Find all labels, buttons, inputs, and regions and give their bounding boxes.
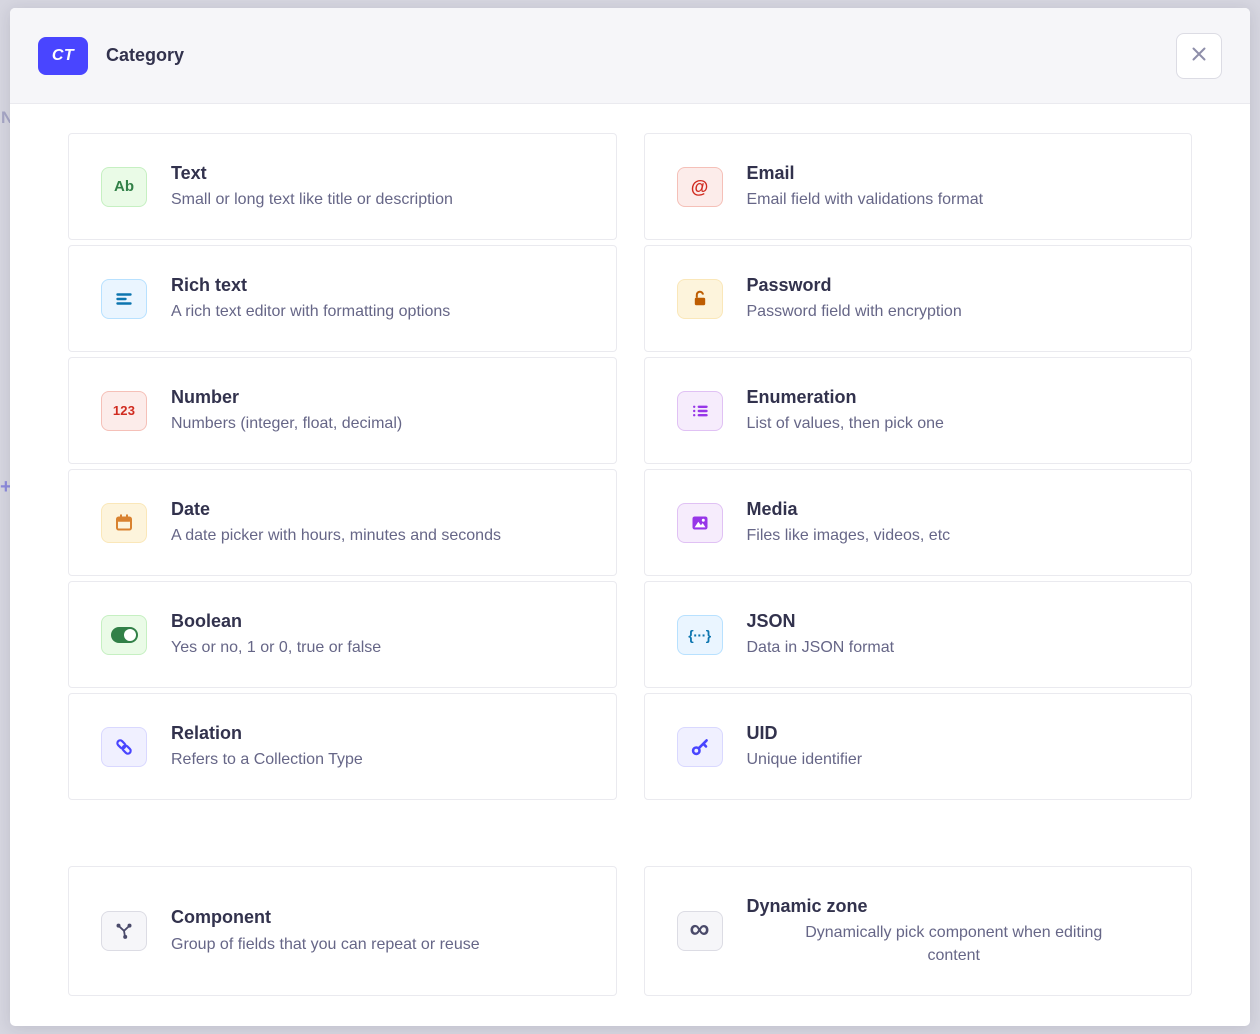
field-title: Email bbox=[747, 162, 1162, 185]
field-title: Component bbox=[171, 906, 586, 929]
modal-title: Category bbox=[106, 45, 184, 66]
field-type-card-enumeration[interactable]: Enumeration List of values, then pick on… bbox=[644, 357, 1193, 464]
field-title: Text bbox=[171, 162, 586, 185]
calendar-icon bbox=[101, 503, 147, 543]
field-type-card-media[interactable]: Media Files like images, videos, etc bbox=[644, 469, 1193, 576]
close-icon bbox=[1190, 45, 1208, 68]
field-description: Refers to a Collection Type bbox=[171, 748, 586, 771]
field-title: JSON bbox=[747, 610, 1162, 633]
field-type-card-uid[interactable]: UID Unique identifier bbox=[644, 693, 1193, 800]
field-description: List of values, then pick one bbox=[747, 412, 1162, 435]
modal-header: CT Category bbox=[10, 8, 1250, 104]
field-type-card-richtext[interactable]: Rich text A rich text editor with format… bbox=[68, 245, 617, 352]
special-type-grid: Component Group of fields that you can r… bbox=[68, 866, 1192, 996]
field-description: Numbers (integer, float, decimal) bbox=[171, 412, 586, 435]
picture-icon bbox=[677, 503, 723, 543]
field-description: A rich text editor with formatting optio… bbox=[171, 300, 586, 323]
field-description: Email field with validations format bbox=[747, 188, 1162, 211]
field-type-card-password[interactable]: Password Password field with encryption bbox=[644, 245, 1193, 352]
field-title: Rich text bbox=[171, 274, 586, 297]
field-title: Relation bbox=[171, 722, 586, 745]
field-description: Dynamically pick component when editing … bbox=[781, 921, 1126, 967]
field-type-grid: Ab Text Small or long text like title or… bbox=[68, 133, 1192, 800]
text-icon: Ab bbox=[101, 167, 147, 207]
number-icon: 123 bbox=[101, 391, 147, 431]
toggle-icon bbox=[101, 615, 147, 655]
field-type-card-component[interactable]: Component Group of fields that you can r… bbox=[68, 866, 617, 996]
at-icon: @ bbox=[677, 167, 723, 207]
field-type-picker-modal: CT Category Ab Text Small or long text l… bbox=[10, 8, 1250, 1026]
field-type-card-relation[interactable]: Relation Refers to a Collection Type bbox=[68, 693, 617, 800]
field-type-card-text[interactable]: Ab Text Small or long text like title or… bbox=[68, 133, 617, 240]
field-type-card-date[interactable]: Date A date picker with hours, minutes a… bbox=[68, 469, 617, 576]
field-description: A date picker with hours, minutes and se… bbox=[171, 524, 586, 547]
align-left-icon bbox=[101, 279, 147, 319]
modal-body: Ab Text Small or long text like title or… bbox=[10, 104, 1250, 996]
field-type-card-boolean[interactable]: Boolean Yes or no, 1 or 0, true or false bbox=[68, 581, 617, 688]
field-title: Media bbox=[747, 498, 1162, 521]
field-type-card-number[interactable]: 123 Number Numbers (integer, float, deci… bbox=[68, 357, 617, 464]
content-type-badge: CT bbox=[38, 37, 88, 75]
field-type-card-json[interactable]: {···} JSON Data in JSON format bbox=[644, 581, 1193, 688]
field-description: Password field with encryption bbox=[747, 300, 1162, 323]
field-title: Enumeration bbox=[747, 386, 1162, 409]
branch-icon bbox=[101, 911, 147, 951]
field-title: Boolean bbox=[171, 610, 586, 633]
lock-open-icon bbox=[677, 279, 723, 319]
field-description: Files like images, videos, etc bbox=[747, 524, 1162, 547]
close-button[interactable] bbox=[1176, 33, 1222, 79]
field-title: UID bbox=[747, 722, 1162, 745]
field-type-card-email[interactable]: @ Email Email field with validations for… bbox=[644, 133, 1193, 240]
key-icon bbox=[677, 727, 723, 767]
field-type-card-dynamiczone[interactable]: ∞ Dynamic zone Dynamically pick componen… bbox=[644, 866, 1193, 996]
field-description: Group of fields that you can repeat or r… bbox=[171, 933, 586, 956]
bullet-list-icon bbox=[677, 391, 723, 431]
field-description: Data in JSON format bbox=[747, 636, 1162, 659]
infinity-icon: ∞ bbox=[677, 911, 723, 951]
field-description: Unique identifier bbox=[747, 748, 1162, 771]
field-description: Yes or no, 1 or 0, true or false bbox=[171, 636, 586, 659]
chain-link-icon bbox=[101, 727, 147, 767]
field-title: Date bbox=[171, 498, 586, 521]
field-title: Password bbox=[747, 274, 1162, 297]
field-title: Number bbox=[171, 386, 586, 409]
json-icon: {···} bbox=[677, 615, 723, 655]
field-title: Dynamic zone bbox=[747, 895, 1162, 918]
field-description: Small or long text like title or descrip… bbox=[171, 188, 586, 211]
